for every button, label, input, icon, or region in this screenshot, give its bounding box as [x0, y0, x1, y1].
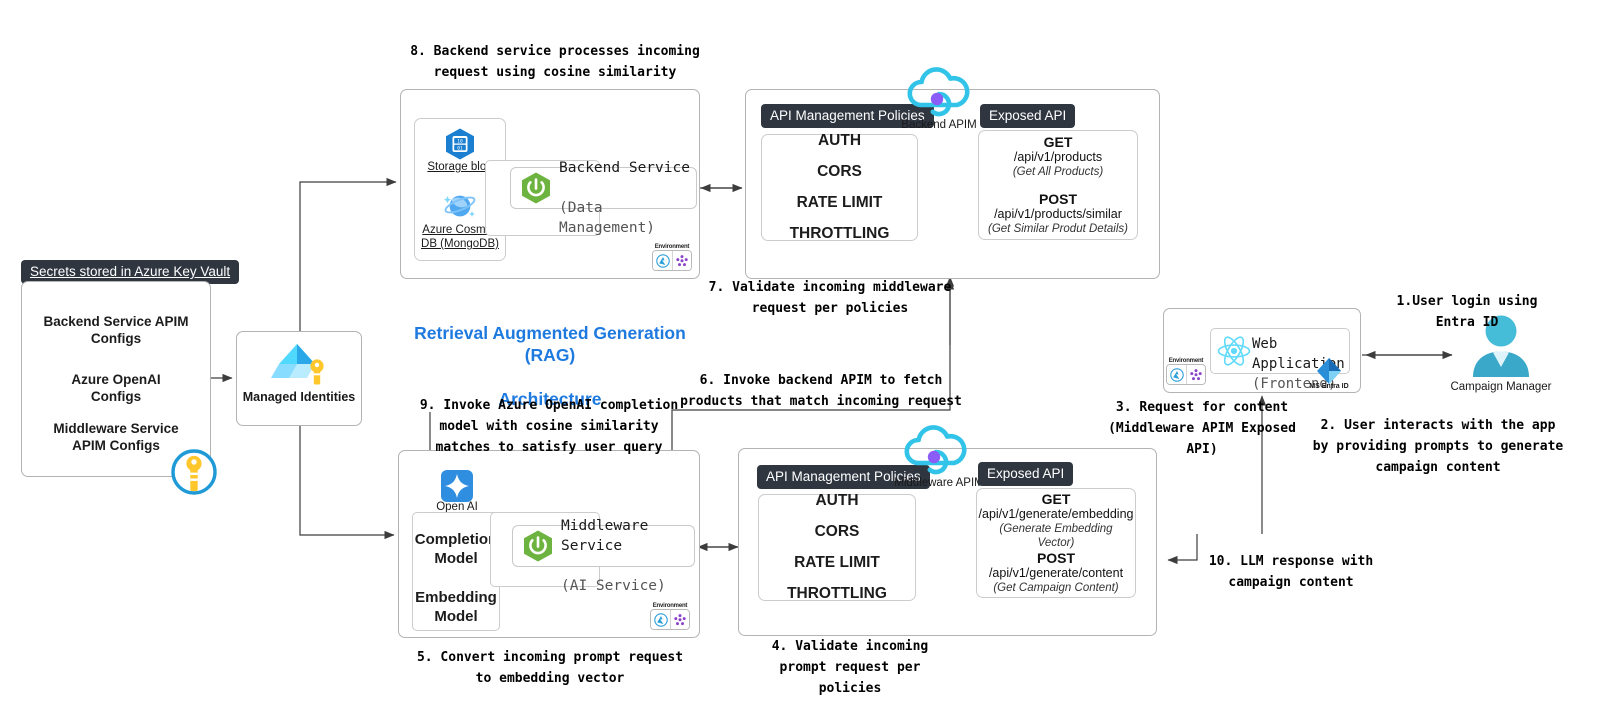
- middleware-service-text: Middleware Service (AI Service): [555, 496, 694, 596]
- embedding-model-label: Embedding Model: [415, 589, 497, 625]
- spring-boot-icon: [519, 171, 553, 205]
- completion-model-label: Completion Model: [414, 531, 498, 567]
- step-1-text: 1.User login using Entra ID: [1396, 294, 1538, 330]
- key-vault-config-1: Azure OpenAI Configs: [71, 372, 161, 404]
- openai-icon: [441, 470, 473, 502]
- apim-cloud-icon: [903, 421, 969, 477]
- backend-service-name: Backend Service: [559, 160, 690, 176]
- backend-endpoint-list: GET /api/v1/products (Get All Products) …: [978, 130, 1138, 240]
- svg-text:10: 10: [457, 139, 463, 145]
- managed-identities-label: Managed Identities: [242, 390, 356, 404]
- middleware-apim-exposed-label: Exposed API: [978, 462, 1074, 486]
- step-5-text: 5. Convert incoming prompt request to em…: [416, 650, 684, 686]
- step-4-text: 4. Validate incoming prompt request per …: [771, 639, 929, 696]
- middleware-service-name: Middleware Service: [561, 518, 649, 554]
- endpoint-verb-post: POST: [1038, 191, 1078, 207]
- middleware-service-sub: (AI Service): [561, 578, 666, 594]
- step-9-text: 9. Invoke Azure OpenAI completion model …: [419, 398, 679, 455]
- middleware-apim-policy-list: AUTH CORS RATE LIMIT THROTTLING: [758, 492, 916, 602]
- policy-cors: CORS: [814, 523, 860, 540]
- endpoint-path-get: /api/v1/products: [1013, 150, 1103, 164]
- title-line-1: Retrieval Augmented Generation (RAG): [414, 323, 686, 365]
- azure-cosmos-db-icon: [443, 190, 477, 222]
- policy-auth: AUTH: [815, 492, 859, 509]
- backend-service-chip[interactable]: Backend Service (Data Management): [510, 160, 697, 236]
- azure-icon: [651, 610, 670, 629]
- endpoint-desc-post: (Get Similar Produt Details): [988, 223, 1128, 235]
- middleware-environment-badge: Environment: [650, 603, 690, 630]
- endpoint-desc-get: (Generate Embedding Vector): [999, 523, 1113, 549]
- apim-cloud-icon: [906, 63, 972, 119]
- step-8-text: 8. Backend service processes incoming re…: [410, 44, 700, 80]
- policy-throttling: THROTTLING: [787, 585, 887, 602]
- azure-storage-blob-icon: 10 01: [443, 127, 477, 161]
- spring-boot-icon: [521, 529, 555, 563]
- ms-entra-id-label: MS Entra ID: [1309, 383, 1349, 390]
- backend-apim-name: Backend APIM: [901, 119, 977, 131]
- step-2-text: 2. User interacts with the app by provid…: [1312, 418, 1564, 475]
- policy-rate-limit: RATE LIMIT: [796, 194, 883, 211]
- middleware-service-chip[interactable]: Middleware Service (AI Service): [512, 518, 695, 594]
- backend-apim-policy-list: AUTH CORS RATE LIMIT THROTTLING: [761, 132, 918, 242]
- web-app-environment-badge: Environment: [1166, 358, 1206, 385]
- step-7-text: 7. Validate incoming middleware request …: [708, 280, 952, 316]
- svg-text:01: 01: [457, 145, 463, 151]
- resource-group-icon: [1186, 365, 1205, 384]
- step-10-text: 10. LLM response with campaign content: [1208, 554, 1374, 590]
- azure-icon: [653, 251, 672, 270]
- endpoint-path-post: /api/v1/products/similar: [994, 207, 1122, 221]
- step-3-text: 3. Request for content (Middleware APIM …: [1108, 400, 1296, 457]
- backend-environment-badge: Environment: [652, 244, 692, 271]
- managed-identities-icon: [267, 342, 331, 390]
- step-6-text: 6. Invoke backend APIM to fetch products…: [680, 373, 962, 409]
- endpoint-verb-get: GET: [1043, 134, 1073, 150]
- campaign-manager-label: Campaign Manager: [1450, 381, 1552, 393]
- diagram-canvas: Retrieval Augmented Generation (RAG) Arc…: [0, 0, 1600, 711]
- azure-icon: [1167, 365, 1186, 384]
- backend-service-text: Backend Service (Data Management): [553, 138, 696, 238]
- policy-auth: AUTH: [817, 132, 862, 149]
- endpoint-verb-post: POST: [1036, 550, 1076, 566]
- resource-group-icon: [672, 251, 691, 270]
- policy-cors: CORS: [817, 163, 862, 180]
- key-vault-config-0: Backend Service APIM Configs: [43, 314, 189, 346]
- endpoint-desc-post: (Get Campaign Content): [993, 582, 1119, 594]
- backend-service-sub: (Data Management): [559, 200, 656, 236]
- backend-apim-exposed-label: Exposed API: [980, 104, 1076, 128]
- endpoint-path-post: /api/v1/generate/content: [988, 566, 1124, 580]
- page-title: Retrieval Augmented Generation (RAG) Arc…: [400, 300, 700, 410]
- react-icon: [1216, 333, 1252, 369]
- endpoint-path-get: /api/v1/generate/embedding: [978, 507, 1134, 521]
- policy-throttling: THROTTLING: [789, 225, 890, 242]
- middleware-endpoint-list: GET /api/v1/generate/embedding (Generate…: [976, 488, 1136, 598]
- key-icon: [170, 448, 218, 496]
- endpoint-desc-get: (Get All Products): [1012, 166, 1104, 178]
- policy-rate-limit: RATE LIMIT: [794, 554, 880, 571]
- endpoint-verb-get: GET: [1041, 491, 1071, 507]
- resource-group-icon: [670, 610, 689, 629]
